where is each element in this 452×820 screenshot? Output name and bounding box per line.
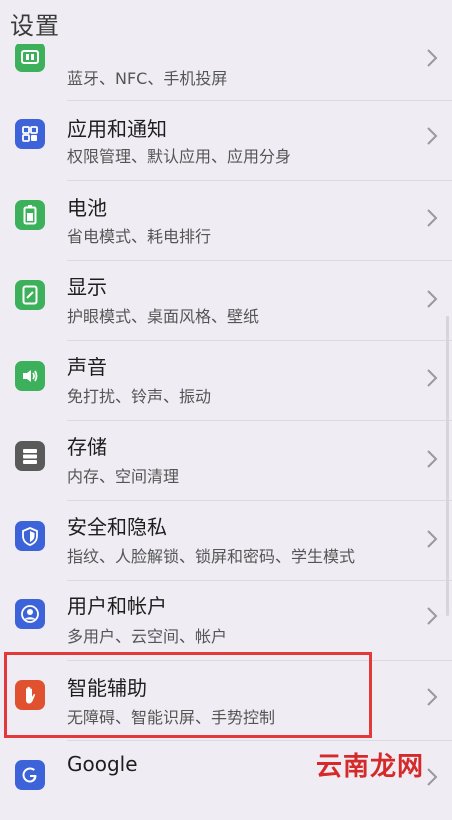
display-icon (15, 280, 45, 310)
item-title: 声音 (67, 355, 107, 379)
item-subtitle: 省电模式、耗电排行 (67, 227, 212, 246)
item-title: 显示 (67, 275, 107, 299)
google-icon (15, 760, 45, 790)
chevron-right-icon (427, 768, 438, 786)
list-item-sound[interactable]: 声音 免打扰、铃声、振动 (0, 340, 452, 421)
item-title: Google (67, 752, 138, 776)
user-icon (15, 599, 45, 629)
header: 设置 (0, 0, 452, 44)
chevron-right-icon (427, 607, 438, 625)
battery-icon (15, 200, 45, 230)
chevron-right-icon (427, 290, 438, 308)
watermark: 云南龙网 (316, 752, 425, 782)
list-item-battery[interactable]: 电池 省电模式、耗电排行 (0, 180, 452, 261)
item-title: 电池 (67, 196, 107, 220)
list-item-storage[interactable]: 存储 内存、空间清理 (0, 420, 452, 501)
scrollbar[interactable] (446, 316, 449, 616)
item-title: 应用和通知 (67, 117, 167, 141)
list-item-display[interactable]: 显示 护眼模式、桌面风格、壁纸 (0, 260, 452, 341)
page-title: 设置 (10, 12, 60, 40)
chevron-right-icon (427, 127, 438, 145)
item-title: 存储 (67, 435, 107, 459)
item-subtitle: 免打扰、铃声、振动 (67, 387, 212, 406)
chevron-right-icon (427, 688, 438, 706)
sound-icon (15, 361, 45, 391)
apps-icon (15, 119, 45, 149)
item-title: 安全和隐私 (67, 515, 167, 539)
chevron-right-icon (427, 450, 438, 468)
chevron-right-icon (427, 209, 438, 227)
chevron-right-icon (427, 49, 438, 67)
chevron-right-icon (427, 369, 438, 387)
highlight-box (4, 652, 372, 738)
chevron-right-icon (427, 530, 438, 548)
item-subtitle: 蓝牙、NFC、手机投屏 (67, 69, 228, 88)
shield-icon (15, 521, 45, 551)
item-subtitle: 指纹、人脸解锁、锁屏和密码、学生模式 (67, 547, 356, 566)
item-subtitle: 多用户、云空间、帐户 (67, 627, 228, 646)
list-item-apps[interactable]: 应用和通知 权限管理、默认应用、应用分身 (0, 100, 452, 181)
item-subtitle: 护眼模式、桌面风格、壁纸 (67, 307, 260, 326)
item-title: 用户和帐户 (67, 594, 167, 618)
device-connection-icon (15, 42, 45, 72)
item-subtitle: 内存、空间清理 (67, 467, 180, 486)
list-item-users[interactable]: 用户和帐户 多用户、云空间、帐户 (0, 580, 452, 661)
item-subtitle: 权限管理、默认应用、应用分身 (67, 147, 292, 166)
storage-icon (15, 441, 45, 471)
list-item-security[interactable]: 安全和隐私 指纹、人脸解锁、锁屏和密码、学生模式 (0, 500, 452, 581)
